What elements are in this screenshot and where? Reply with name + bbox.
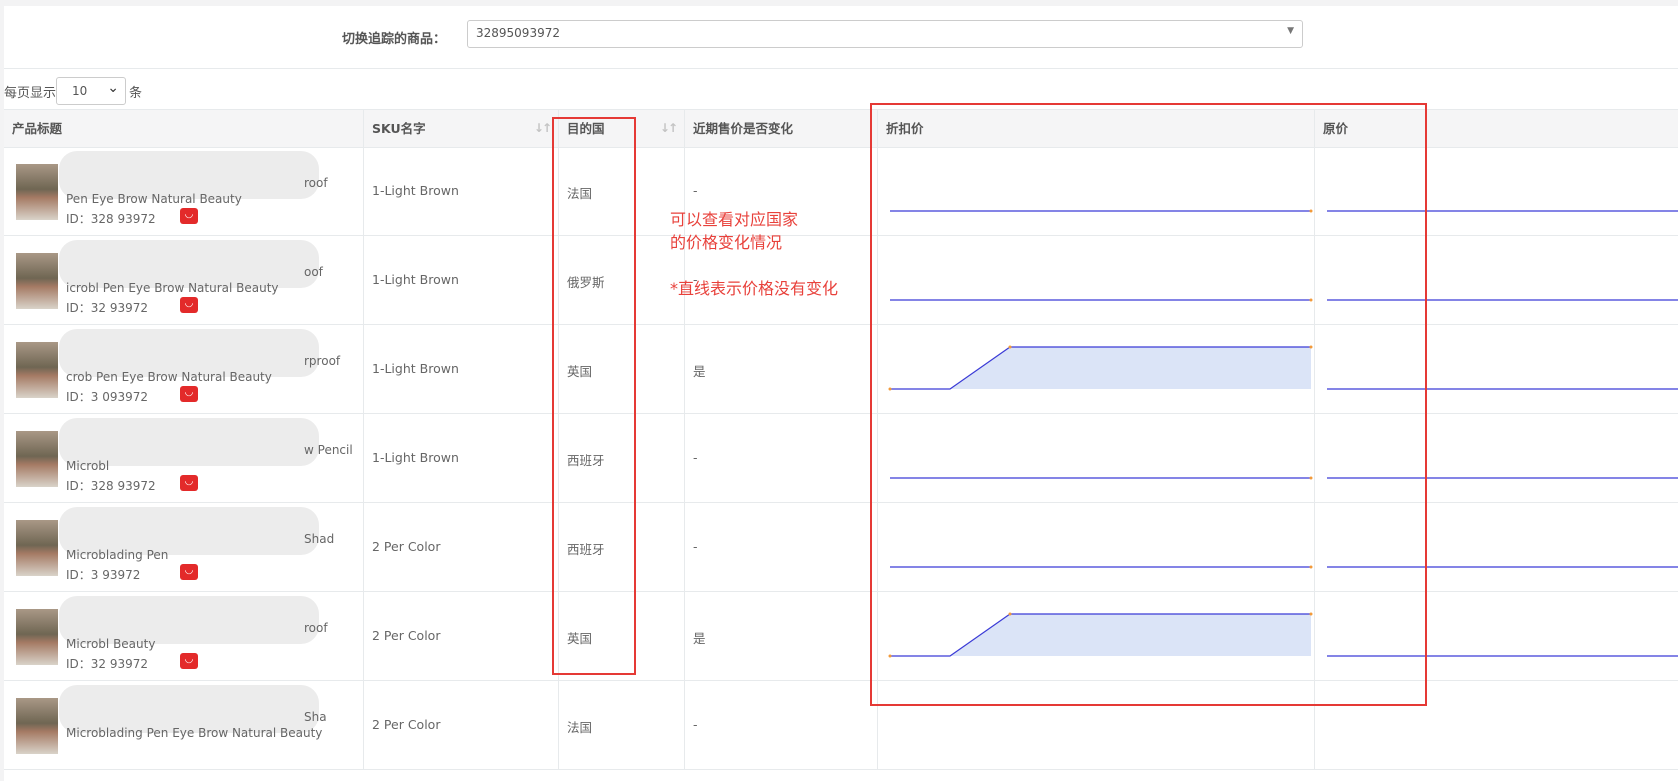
sort-icon[interactable]: ↓↑ — [534, 110, 552, 147]
page-size-prefix: 每页显示 — [4, 86, 57, 101]
aliexpress-icon[interactable]: ◡ — [180, 564, 198, 580]
product-thumbnail[interactable] — [16, 609, 58, 665]
product-thumbnail[interactable] — [16, 698, 58, 754]
product-title-line[interactable]: icrobl Pen Eye Brow Natural Beauty — [66, 281, 279, 295]
changed-cell-text: - — [693, 539, 698, 554]
product-cell: roof Pen Eye Brow Natural Beauty ID：328 93… — [4, 146, 364, 235]
chevron-down-icon: ▼ — [1287, 26, 1294, 36]
sku-cell: 1-Light Brown — [364, 324, 559, 413]
sku-cell: 1-Light Brown — [364, 413, 559, 502]
product-title-line[interactable]: Microblading Pen — [66, 548, 168, 562]
filter-label: 切换追踪的商品： — [342, 32, 447, 47]
product-title-line[interactable]: rproof — [304, 354, 340, 368]
product-title-line[interactable]: Microbl Beauty — [66, 637, 155, 651]
page-size-value: 10 — [72, 84, 88, 98]
annotation-line3: *直线表示价格没有变化 — [670, 279, 839, 298]
tracked-product-value: 32895093972 — [476, 26, 560, 40]
sku-cell: 1-Light Brown — [364, 235, 559, 324]
chevron-down-icon: ⌄ — [107, 80, 119, 96]
product-thumbnail[interactable] — [16, 520, 58, 576]
product-title-line[interactable]: Microbl — [66, 459, 109, 473]
country-highlight-box — [552, 117, 636, 675]
product-thumbnail[interactable] — [16, 164, 58, 220]
product-cell: w Pencil Microbl ID：328 93972 ◡ — [4, 413, 364, 502]
sku-cell: 2 Per Color — [364, 591, 559, 680]
product-thumbnail[interactable] — [16, 431, 58, 487]
column-header-changed: 近期售价是否变化 — [685, 110, 878, 147]
changed-cell-text: 是 — [693, 631, 706, 646]
country-cell-text: 法国 — [567, 720, 593, 735]
product-title-line[interactable]: Pen Eye Brow Natural Beauty — [66, 192, 242, 206]
product-title-line[interactable]: Shad — [304, 532, 334, 546]
annotation-line1: 可以查看对应国家 — [670, 210, 799, 229]
aliexpress-icon[interactable]: ◡ — [180, 208, 198, 224]
product-cell: oof icrobl Pen Eye Brow Natural Beauty ID：… — [4, 235, 364, 324]
product-title-line[interactable]: oof — [304, 265, 323, 279]
column-header-title: 产品标题 — [4, 110, 364, 147]
product-cell: Shad Microblading Pen ID：3 93972 ◡ — [4, 502, 364, 591]
product-cell: roof Microbl Beauty ID：32 93972 ◡ — [4, 591, 364, 680]
product-id: ID：3 93972 — [66, 568, 141, 582]
column-sku-label: SKU名字 — [372, 121, 426, 136]
product-thumbnail[interactable] — [16, 342, 58, 398]
product-cell: rproof crob Pen Eye Brow Natural Beauty ID… — [4, 324, 364, 413]
product-id: ID：328 93972 — [66, 212, 156, 226]
aliexpress-icon[interactable]: ◡ — [180, 653, 198, 669]
sku-cell-text: 2 Per Color — [372, 717, 441, 732]
main-panel: 切换追踪的商品： 32895093972 ▼ 每页显示 10 ⌄ 条 产品标题 … — [4, 6, 1678, 781]
product-id: ID：32 93972 — [66, 657, 149, 671]
product-title-line[interactable]: crob Pen Eye Brow Natural Beauty — [66, 370, 272, 384]
sku-cell: 2 Per Color — [364, 502, 559, 591]
product-cell: Sha Microblading Pen Eye Brow Natural Bea… — [4, 680, 364, 769]
product-title-line[interactable]: Sha — [304, 710, 327, 724]
aliexpress-icon[interactable]: ◡ — [180, 297, 198, 313]
changed-cell: 是 — [685, 324, 878, 413]
product-thumbnail[interactable] — [16, 253, 58, 309]
product-id: ID：32 93972 — [66, 301, 149, 315]
page-size-select[interactable]: 10 ⌄ — [56, 77, 126, 105]
changed-cell: - — [685, 680, 878, 769]
column-header-sku[interactable]: SKU名字 ↓↑ — [364, 110, 559, 147]
sku-cell: 1-Light Brown — [364, 146, 559, 235]
sku-cell-text: 2 Per Color — [372, 539, 441, 554]
column-title-label: 产品标题 — [12, 121, 63, 136]
product-title-line[interactable]: roof — [304, 176, 328, 190]
product-title-line[interactable]: roof — [304, 621, 328, 635]
column-changed-label: 近期售价是否变化 — [693, 121, 794, 136]
sku-cell: 2 Per Color — [364, 680, 559, 769]
annotation-line2: 的价格变化情况 — [670, 233, 783, 252]
changed-cell: 是 — [685, 591, 878, 680]
changed-cell: - — [685, 502, 878, 591]
changed-cell: - — [685, 413, 878, 502]
country-cell: 法国 — [559, 680, 685, 769]
product-title-line[interactable]: w Pencil — [304, 443, 353, 457]
changed-cell-text: 是 — [693, 364, 706, 379]
aliexpress-icon[interactable]: ◡ — [180, 386, 198, 402]
price-highlight-box — [870, 103, 1427, 706]
product-title-line[interactable]: Microblading Pen Eye Brow Natural Beauty — [66, 726, 322, 740]
filter-row: 切换追踪的商品： 32895093972 ▼ — [4, 6, 1678, 69]
sort-icon[interactable]: ↓↑ — [660, 110, 678, 147]
sku-cell-text: 1-Light Brown — [372, 450, 459, 465]
sku-cell-text: 1-Light Brown — [372, 361, 459, 376]
sku-cell-text: 1-Light Brown — [372, 272, 459, 287]
changed-cell-text: - — [693, 183, 698, 198]
changed-cell-text: - — [693, 717, 698, 732]
sku-cell-text: 1-Light Brown — [372, 183, 459, 198]
product-id: ID：3 093972 — [66, 390, 149, 404]
sku-cell-text: 2 Per Color — [372, 628, 441, 643]
product-id: ID：328 93972 — [66, 479, 156, 493]
aliexpress-icon[interactable]: ◡ — [180, 475, 198, 491]
changed-cell-text: - — [693, 450, 698, 465]
page-size-suffix: 条 — [129, 86, 143, 101]
tracked-product-select[interactable]: 32895093972 ▼ — [467, 20, 1303, 48]
